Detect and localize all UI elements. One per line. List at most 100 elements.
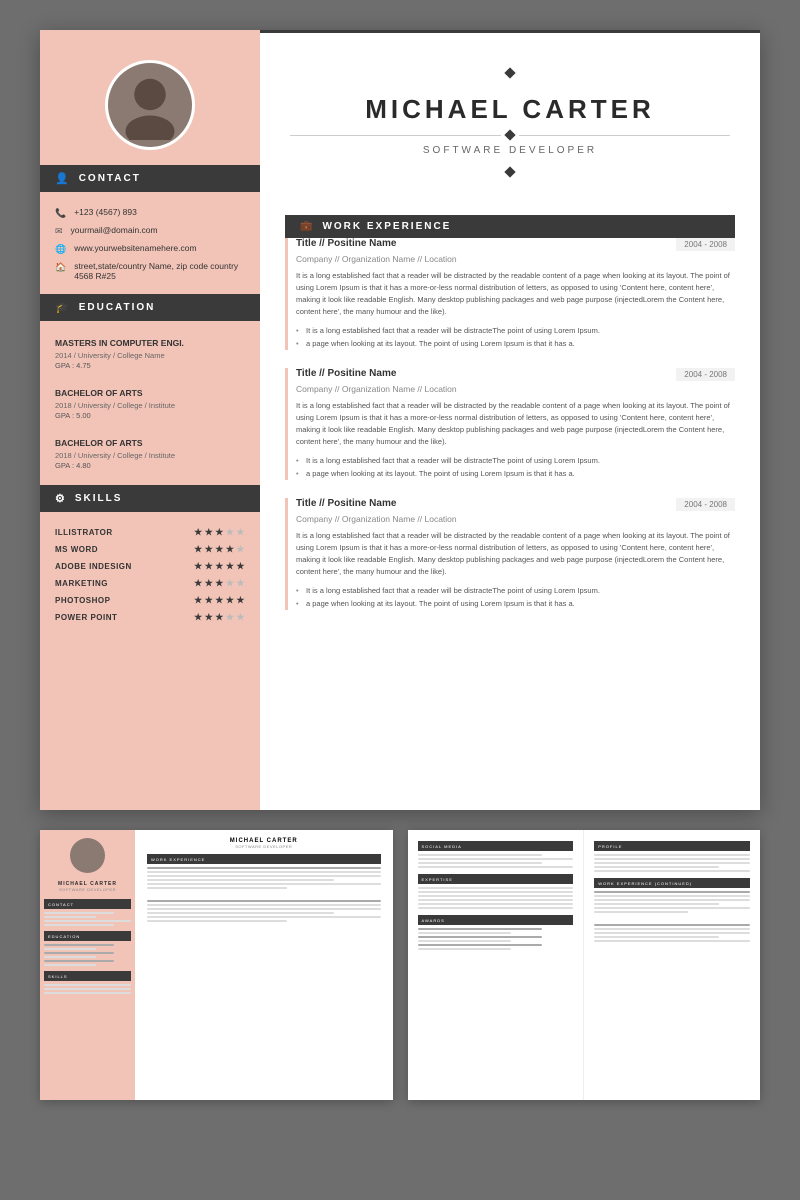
diamond-divider-shape xyxy=(504,129,515,140)
skill-4-stars: ★ ★ ★ ★ ★ xyxy=(194,578,245,589)
job-2-bullet-2: a page when looking at its layout. The p… xyxy=(296,467,735,480)
job-1-bullet-1: It is a long established fact that a rea… xyxy=(296,324,735,337)
avatar xyxy=(105,60,195,150)
resume-main-card: 👤 CONTACT 📞 +123 (4567) 893 ✉ yourmail@d… xyxy=(40,30,760,810)
preview-1-sidebar: MICHAEL CARTER SOFTWARE DEVELOPER CONTAC… xyxy=(40,830,135,1100)
job-2-dates: 2004 - 2008 xyxy=(676,368,735,381)
skill-5: PHOTOSHOP ★ ★ ★ ★ ★ xyxy=(40,592,260,609)
job-1-bullets: It is a long established fact that a rea… xyxy=(296,324,735,350)
job-3-company: Company // Organization Name // Location xyxy=(296,514,735,524)
job-entry-3: Title // Positine Name 2004 - 2008 Compa… xyxy=(285,498,735,610)
preview-1-main-title: SOFTWARE DEVELOPER xyxy=(143,844,385,849)
education-item-2: BACHELOR OF ARTS 2018 / University / Col… xyxy=(40,383,260,425)
contact-section: 👤 CONTACT 📞 +123 (4567) 893 ✉ yourmail@d… xyxy=(40,165,260,284)
resume-sidebar: 👤 CONTACT 📞 +123 (4567) 893 ✉ yourmail@d… xyxy=(40,30,260,810)
job-3-dates: 2004 - 2008 xyxy=(676,498,735,511)
skill-1: ILLISTRATOR ★ ★ ★ ★ ★ xyxy=(40,524,260,541)
edu-year-3: 2018 / University / College / Institute xyxy=(55,451,245,460)
contact-email: ✉ yourmail@domain.com xyxy=(40,222,260,240)
skill-4: MARKETING ★ ★ ★ ★ ★ xyxy=(40,575,260,592)
skill-2-stars: ★ ★ ★ ★ ★ xyxy=(194,544,245,555)
social-media-bar: SOCIAL MEDIA xyxy=(418,841,574,851)
work-experience-section: 💼 WORK EXPERIENCE Title // Positine Name… xyxy=(260,200,760,643)
name-divider xyxy=(290,131,730,139)
job-2-title: Title // Positine Name xyxy=(296,368,396,379)
edu-year-1: 2014 / University / College Name xyxy=(55,351,245,360)
resume-header: MICHAEL CARTER SOFTWARE DEVELOPER xyxy=(260,30,760,200)
skill-5-stars: ★ ★ ★ ★ ★ xyxy=(194,595,245,606)
header-top-bar xyxy=(260,30,760,33)
avatar-silhouette xyxy=(115,70,185,140)
preview-1-skills-bar: SKILLS xyxy=(44,971,131,981)
preview-1-work-bar: WORK EXPERIENCE xyxy=(147,854,381,864)
web-icon: 🌐 xyxy=(55,244,66,255)
job-1-description: It is a long established fact that a rea… xyxy=(296,270,735,318)
profile-bar: PROFILE xyxy=(594,841,750,851)
bottom-previews: MICHAEL CARTER SOFTWARE DEVELOPER CONTAC… xyxy=(40,830,760,1100)
job-1-header: Title // Positine Name 2004 - 2008 xyxy=(296,238,735,251)
work-exp-cont-bar: WORK EXPERIENCE (CONTINUED) xyxy=(594,878,750,888)
preview-1-avatar xyxy=(70,838,105,873)
diamond-icon-top xyxy=(502,65,518,81)
diamond-top xyxy=(290,65,730,86)
job-2-company: Company // Organization Name // Location xyxy=(296,384,735,394)
preview-card-1: MICHAEL CARTER SOFTWARE DEVELOPER CONTAC… xyxy=(40,830,393,1100)
avatar-area xyxy=(40,30,260,165)
diamond-bottom xyxy=(290,164,730,185)
skill-6-stars: ★ ★ ★ ★ ★ xyxy=(194,612,245,623)
edu-degree-2: BACHELOR OF ARTS xyxy=(55,388,245,399)
contact-website: 🌐 www.yourwebsitenamehere.com xyxy=(40,240,260,258)
main-content: MICHAEL CARTER SOFTWARE DEVELOPER xyxy=(260,30,760,810)
job-3-bullet-1: It is a long established fact that a rea… xyxy=(296,584,735,597)
briefcase-icon: 💼 xyxy=(300,221,314,232)
skill-1-stars: ★ ★ ★ ★ ★ xyxy=(194,527,245,538)
diamond-icon-bottom xyxy=(502,164,518,180)
job-3-description: It is a long established fact that a rea… xyxy=(296,530,735,578)
education-item-3: BACHELOR OF ARTS 2018 / University / Col… xyxy=(40,433,260,475)
preview-1-edu-bar: EDUCATION xyxy=(44,931,131,941)
skill-3: ADOBE INDESIGN ★ ★ ★ ★ ★ xyxy=(40,558,260,575)
preview-1-subtitle: SOFTWARE DEVELOPER xyxy=(44,887,131,892)
job-entry-2: Title // Positine Name 2004 - 2008 Compa… xyxy=(285,368,735,480)
work-experience-header: 💼 WORK EXPERIENCE xyxy=(285,215,735,238)
awards-bar: AWARDS xyxy=(418,915,574,925)
job-3-bullets: It is a long established fact that a rea… xyxy=(296,584,735,610)
preview-card-2: SOCIAL MEDIA EXPERTISE xyxy=(408,830,761,1100)
graduation-icon: 🎓 xyxy=(55,301,71,314)
page-background: 👤 CONTACT 📞 +123 (4567) 893 ✉ yourmail@d… xyxy=(0,0,800,1200)
contact-phone: 📞 +123 (4567) 893 xyxy=(40,204,260,222)
edu-gpa-3: GPA : 4.80 xyxy=(55,461,245,470)
edu-gpa-1: GPA : 4.75 xyxy=(55,361,245,370)
email-icon: ✉ xyxy=(55,226,63,237)
skills-section: ⚙ SKILLS ILLISTRATOR ★ ★ ★ ★ ★ MS WORD xyxy=(40,485,260,626)
expertise-bar: EXPERTISE xyxy=(418,874,574,884)
contact-address: 🏠 street,state/country Name, zip code co… xyxy=(40,258,260,284)
job-3-header: Title // Positine Name 2004 - 2008 xyxy=(296,498,735,511)
job-1-bullet-2: a page when looking at its layout. The p… xyxy=(296,337,735,350)
job-2-bullet-1: It is a long established fact that a rea… xyxy=(296,454,735,467)
skill-3-stars: ★ ★ ★ ★ ★ xyxy=(194,561,245,572)
education-item-1: MASTERS IN COMPUTER ENGI. 2014 / Univers… xyxy=(40,333,260,375)
job-1-company: Company // Organization Name // Location xyxy=(296,254,735,264)
phone-icon: 📞 xyxy=(55,208,66,219)
home-icon: 🏠 xyxy=(55,262,66,273)
job-1-title: Title // Positine Name xyxy=(296,238,396,249)
edu-degree-3: BACHELOR OF ARTS xyxy=(55,438,245,449)
edu-gpa-2: GPA : 5.00 xyxy=(55,411,245,420)
skill-6: POWER POINT ★ ★ ★ ★ ★ xyxy=(40,609,260,626)
edu-year-2: 2018 / University / College / Institute xyxy=(55,401,245,410)
edu-degree-1: MASTERS IN COMPUTER ENGI. xyxy=(55,338,245,349)
job-3-title: Title // Positine Name xyxy=(296,498,396,509)
education-section: 🎓 EDUCATION MASTERS IN COMPUTER ENGI. 20… xyxy=(40,294,260,475)
candidate-name: MICHAEL CARTER xyxy=(290,94,730,125)
skills-header: ⚙ SKILLS xyxy=(40,485,260,512)
contact-header: 👤 CONTACT xyxy=(40,165,260,192)
preview-2-col1: SOCIAL MEDIA EXPERTISE xyxy=(408,830,585,1100)
job-3-bullet-2: a page when looking at its layout. The p… xyxy=(296,597,735,610)
job-entry-1: Title // Positine Name 2004 - 2008 Compa… xyxy=(285,238,735,350)
job-2-description: It is a long established fact that a rea… xyxy=(296,400,735,448)
gear-icon: ⚙ xyxy=(55,492,67,505)
education-header: 🎓 EDUCATION xyxy=(40,294,260,321)
person-icon: 👤 xyxy=(55,172,71,185)
job-2-header: Title // Positine Name 2004 - 2008 xyxy=(296,368,735,381)
